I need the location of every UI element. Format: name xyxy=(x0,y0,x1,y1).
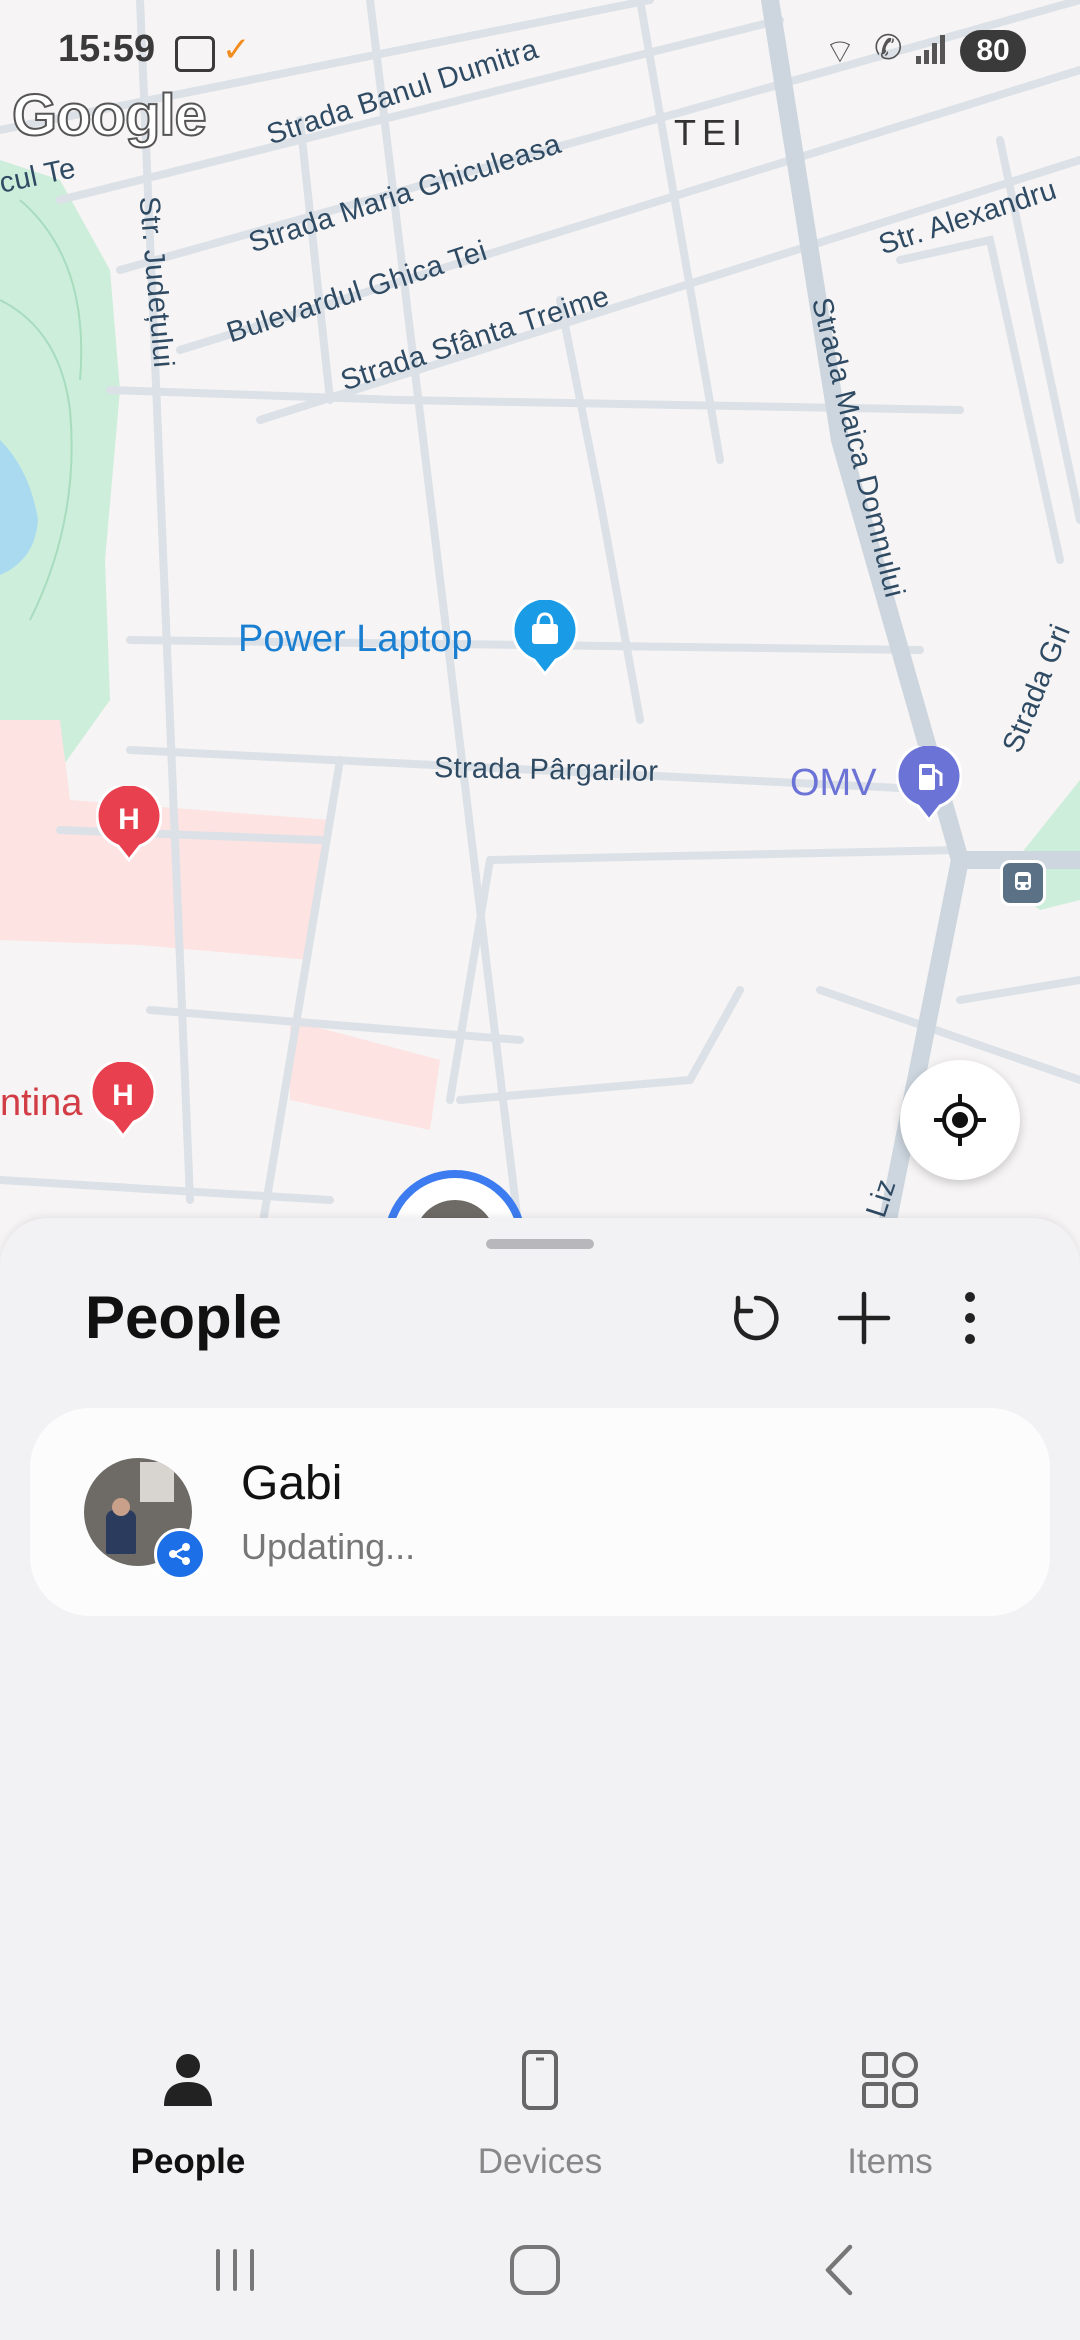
map-view[interactable]: 15:59 ✓ ⌔ ✆ 80 Google TEI Strada Banul D… xyxy=(0,0,1080,1260)
sheet-title: People xyxy=(85,1284,282,1351)
tab-label: People xyxy=(130,2142,246,2181)
google-logo: Google xyxy=(11,82,208,149)
call-icon: ✆ xyxy=(874,29,903,67)
street-label: Strada Pârgarilor xyxy=(433,752,659,788)
drag-handle[interactable] xyxy=(486,1239,594,1249)
district-label: TEI xyxy=(674,112,749,153)
refresh-icon xyxy=(734,1295,779,1341)
tab-devices[interactable]: Devices xyxy=(410,2010,670,2190)
app-notification-icon: ✓ xyxy=(222,31,251,69)
back-icon xyxy=(825,2244,853,2296)
my-location-button[interactable] xyxy=(900,1060,1020,1180)
wifi-call-icon: ⌔ xyxy=(824,33,856,71)
poi-label-hospital[interactable]: ntina xyxy=(0,1082,82,1125)
home-icon xyxy=(510,2245,560,2295)
tab-items[interactable]: Items xyxy=(760,2010,1020,2190)
tab-label: Items xyxy=(847,2142,933,2181)
crosshair-icon xyxy=(934,1094,986,1146)
battery-badge: 80 xyxy=(960,30,1026,72)
add-person-button[interactable] xyxy=(824,1278,904,1358)
shopping-bag-pin-icon[interactable] xyxy=(511,596,579,677)
recents-icon xyxy=(216,2249,254,2291)
back-button[interactable] xyxy=(796,2230,886,2310)
more-vert-icon xyxy=(965,1292,975,1344)
recent-apps-button[interactable] xyxy=(190,2230,280,2310)
more-options-button[interactable] xyxy=(930,1278,1010,1358)
system-navigation-bar xyxy=(0,2200,1080,2340)
person-name: Gabi xyxy=(241,1457,343,1510)
person-status: Updating... xyxy=(241,1526,416,1567)
share-icon xyxy=(154,1528,206,1580)
refresh-button[interactable] xyxy=(716,1278,796,1358)
plus-icon xyxy=(837,1291,891,1345)
tab-label: Devices xyxy=(477,2142,603,2181)
person-card[interactable]: Gabi Updating... xyxy=(30,1408,1050,1616)
status-time: 15:59 xyxy=(58,28,156,70)
poi-label-power-laptop[interactable]: Power Laptop xyxy=(238,618,473,661)
home-button[interactable] xyxy=(490,2230,580,2310)
phone-icon xyxy=(522,2050,558,2110)
transit-stop-icon[interactable] xyxy=(1000,860,1046,906)
svg-text:H: H xyxy=(118,803,140,836)
poi-label-omv[interactable]: OMV xyxy=(790,762,877,805)
signal-icon xyxy=(914,32,948,71)
hospital-pin-icon[interactable]: H xyxy=(89,1058,157,1139)
person-icon xyxy=(164,2054,212,2106)
screenshot-icon xyxy=(175,36,215,72)
fuel-station-pin-icon[interactable] xyxy=(895,742,963,823)
hospital-pin-icon[interactable]: H xyxy=(95,782,163,863)
svg-text:H: H xyxy=(112,1079,134,1112)
grid-icon xyxy=(862,2052,918,2108)
bottom-tab-bar: People Devices Items xyxy=(0,2010,1080,2190)
tab-people[interactable]: People xyxy=(58,2010,318,2190)
